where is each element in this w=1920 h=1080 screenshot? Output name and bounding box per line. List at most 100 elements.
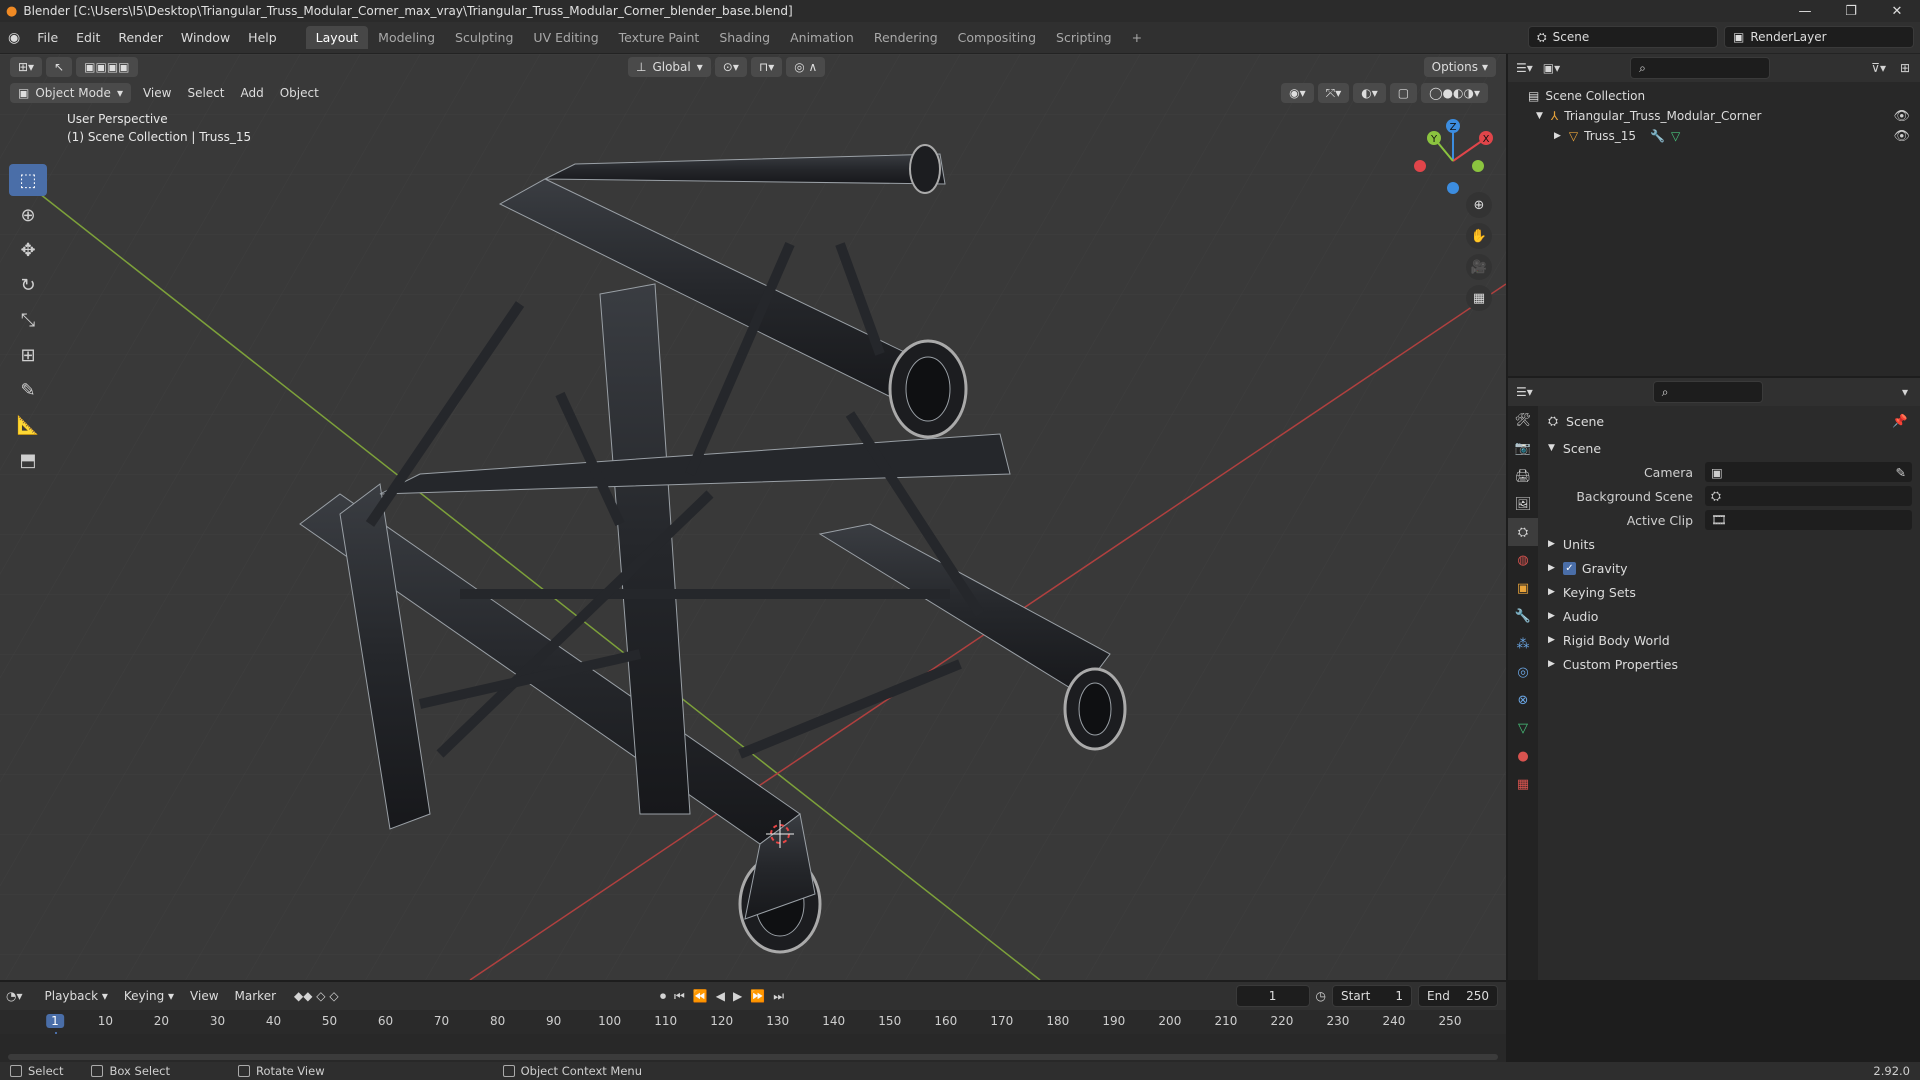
eyedropper-icon[interactable]: ✎ bbox=[1896, 465, 1906, 480]
ortho-grid-icon[interactable]: ▦ bbox=[1466, 285, 1492, 311]
timeline-menu-playback[interactable]: Playback ▾ bbox=[37, 989, 116, 1003]
timeline-scrollbar[interactable] bbox=[8, 1054, 1498, 1060]
chevron-down-icon[interactable]: ▾ bbox=[1902, 385, 1908, 399]
overlay-toggle-icon[interactable]: ◐▾ bbox=[1353, 83, 1386, 103]
timeline-track[interactable] bbox=[0, 1034, 1506, 1062]
tab-compositing[interactable]: Compositing bbox=[948, 26, 1046, 49]
material-tab-icon[interactable]: ● bbox=[1508, 742, 1538, 770]
select-mode-icon[interactable]: ↖ bbox=[46, 57, 73, 77]
tool-tab-icon[interactable]: 🛠 bbox=[1508, 406, 1538, 434]
outliner-search-input[interactable]: ⌕ bbox=[1630, 57, 1771, 79]
view-layer-tab-icon[interactable]: 🖼 bbox=[1508, 490, 1538, 518]
data-tab-icon[interactable]: ▽ bbox=[1508, 714, 1538, 742]
clock-icon[interactable]: ◷ bbox=[1316, 989, 1326, 1003]
viewport-menu-view[interactable]: View bbox=[135, 86, 179, 100]
editor-type-icon[interactable]: ⊞▾ bbox=[10, 57, 43, 77]
menu-help[interactable]: Help bbox=[239, 30, 286, 45]
keyframe-icons[interactable]: ◆◆ ◇ ◇ bbox=[294, 989, 339, 1003]
scene-tab-icon[interactable]: ⛭ bbox=[1508, 518, 1538, 546]
cursor-tool-icon[interactable]: ⊕ bbox=[9, 199, 47, 231]
jump-end-icon[interactable]: ⏭ bbox=[773, 989, 784, 1004]
rotate-tool-icon[interactable]: ↻ bbox=[9, 269, 47, 301]
output-tab-icon[interactable]: 🖨 bbox=[1508, 462, 1538, 490]
current-frame-field[interactable]: 1 bbox=[1235, 985, 1310, 1007]
menu-render[interactable]: Render bbox=[109, 30, 172, 45]
record-icon[interactable]: ⏺ bbox=[660, 989, 666, 1004]
scene-panel-header[interactable]: ▼ Scene bbox=[1538, 436, 1920, 460]
tab-animation[interactable]: Animation bbox=[780, 26, 864, 49]
prev-keyframe-icon[interactable]: ⏪ bbox=[693, 989, 708, 1003]
timeline-menu-keying[interactable]: Keying ▾ bbox=[116, 989, 182, 1003]
move-tool-icon[interactable]: ✥ bbox=[9, 234, 47, 266]
world-tab-icon[interactable]: ◍ bbox=[1508, 546, 1538, 574]
timeline-editor-icon[interactable]: ◔▾ bbox=[6, 989, 23, 1003]
properties-editor-icon[interactable]: ☰▾ bbox=[1516, 385, 1533, 399]
pivot-point-icon[interactable]: ⊙▾ bbox=[714, 57, 747, 77]
zoom-icon[interactable]: ⊕ bbox=[1466, 192, 1492, 218]
viewport-menu-select[interactable]: Select bbox=[179, 86, 232, 100]
tab-uv-editing[interactable]: UV Editing bbox=[523, 26, 608, 49]
add-workspace-button[interactable]: + bbox=[1122, 26, 1152, 49]
play-icon[interactable]: ▶ bbox=[733, 989, 742, 1003]
snap-icon[interactable]: ⊓▾ bbox=[750, 57, 783, 77]
section-audio[interactable]: ▶ Audio bbox=[1538, 604, 1920, 628]
transform-orientation[interactable]: ⊥ Global ▾ bbox=[628, 57, 711, 77]
section-rigid-body-world[interactable]: ▶ Rigid Body World bbox=[1538, 628, 1920, 652]
eye-icon[interactable]: 👁 bbox=[1893, 129, 1910, 144]
tab-modeling[interactable]: Modeling bbox=[368, 26, 445, 49]
outliner-scene-collection[interactable]: ▤ Scene Collection bbox=[1508, 86, 1920, 106]
next-keyframe-icon[interactable]: ⏩ bbox=[750, 989, 765, 1003]
transform-tool-icon[interactable]: ⊞ bbox=[9, 339, 47, 371]
visibility-icon[interactable]: ◉▾ bbox=[1281, 83, 1314, 103]
timeline-ruler[interactable]: 1 10 20 30 40 50 60 70 80 90 100 110 120 130 140 150 160… bbox=[0, 1010, 1506, 1062]
display-mode-icon[interactable]: ▣▾ bbox=[1543, 61, 1560, 75]
tab-sculpting[interactable]: Sculpting bbox=[445, 26, 523, 49]
outliner-item-truss-corner[interactable]: ▼ ⅄ Triangular_Truss_Modular_Corner 👁 bbox=[1508, 106, 1920, 126]
annotate-tool-icon[interactable]: ✎ bbox=[9, 374, 47, 406]
render-layer-selector[interactable]: ▣ RenderLayer bbox=[1724, 26, 1914, 48]
expand-arrow-icon[interactable]: ▶ bbox=[1554, 131, 1561, 141]
section-units[interactable]: ▶ Units bbox=[1538, 532, 1920, 556]
add-cube-tool-icon[interactable]: ⬒ bbox=[9, 444, 47, 476]
shading-modes-icon[interactable]: ◯●◐◑▾ bbox=[1421, 83, 1488, 103]
viewport-menu-add[interactable]: Add bbox=[232, 86, 271, 100]
pan-hand-icon[interactable]: ✋ bbox=[1466, 223, 1492, 249]
blender-menu-icon[interactable]: ◉ bbox=[0, 30, 28, 46]
start-frame-field[interactable]: Start 1 bbox=[1332, 985, 1412, 1007]
tab-scripting[interactable]: Scripting bbox=[1046, 26, 1122, 49]
current-frame-marker[interactable]: 1 bbox=[46, 1014, 64, 1028]
expand-arrow-icon[interactable]: ▼ bbox=[1536, 111, 1543, 121]
background-scene-field[interactable]: ⛭ bbox=[1705, 486, 1912, 506]
tab-shading[interactable]: Shading bbox=[709, 26, 780, 49]
menu-file[interactable]: File bbox=[28, 30, 67, 45]
timeline-menu-view[interactable]: View bbox=[182, 989, 226, 1003]
viewport-menu-object[interactable]: Object bbox=[272, 86, 327, 100]
tab-layout[interactable]: Layout bbox=[305, 26, 369, 49]
active-clip-field[interactable]: 🎞 bbox=[1705, 510, 1912, 530]
render-tab-icon[interactable]: 📷 bbox=[1508, 434, 1538, 462]
new-collection-icon[interactable]: ⊞ bbox=[1900, 61, 1910, 75]
filter-icon[interactable]: ⊽▾ bbox=[1871, 61, 1886, 75]
gizmo-toggle-icon[interactable]: ⤧▾ bbox=[1317, 83, 1350, 103]
camera-field[interactable]: ▣ ✎ bbox=[1705, 462, 1912, 482]
section-keying-sets[interactable]: ▶ Keying Sets bbox=[1538, 580, 1920, 604]
options-button[interactable]: Options ▾ bbox=[1423, 57, 1496, 77]
outliner-editor-icon[interactable]: ☰▾ bbox=[1516, 61, 1533, 75]
camera-view-icon[interactable]: 🎥 bbox=[1466, 254, 1492, 280]
pin-icon[interactable]: 📌 bbox=[1892, 413, 1908, 429]
properties-search-input[interactable]: ⌕ bbox=[1652, 381, 1763, 403]
3d-viewport[interactable]: ⊞▾ ↖ ▣▣▣▣ ⊥ Global ▾ ⊙▾ ⊓▾ ◎ ∧ Options ▾… bbox=[0, 54, 1506, 980]
scene-selector[interactable]: ⛭ Scene bbox=[1528, 26, 1718, 48]
eye-icon[interactable]: 👁 bbox=[1893, 109, 1910, 124]
tab-texture-paint[interactable]: Texture Paint bbox=[609, 26, 710, 49]
select-box-icons[interactable]: ▣▣▣▣ bbox=[76, 57, 138, 77]
mode-selector[interactable]: ▣ Object Mode ▾ bbox=[10, 83, 131, 103]
timeline-menu-marker[interactable]: Marker bbox=[227, 989, 284, 1003]
section-custom-properties[interactable]: ▶ Custom Properties bbox=[1538, 652, 1920, 676]
physics-tab-icon[interactable]: ◎ bbox=[1508, 658, 1538, 686]
play-reverse-icon[interactable]: ◀ bbox=[716, 989, 725, 1003]
xray-toggle-icon[interactable]: ▢ bbox=[1389, 83, 1418, 103]
section-gravity[interactable]: ▶ ✓ Gravity bbox=[1538, 556, 1920, 580]
menu-window[interactable]: Window bbox=[172, 30, 239, 45]
minimize-button[interactable]: — bbox=[1782, 0, 1828, 22]
